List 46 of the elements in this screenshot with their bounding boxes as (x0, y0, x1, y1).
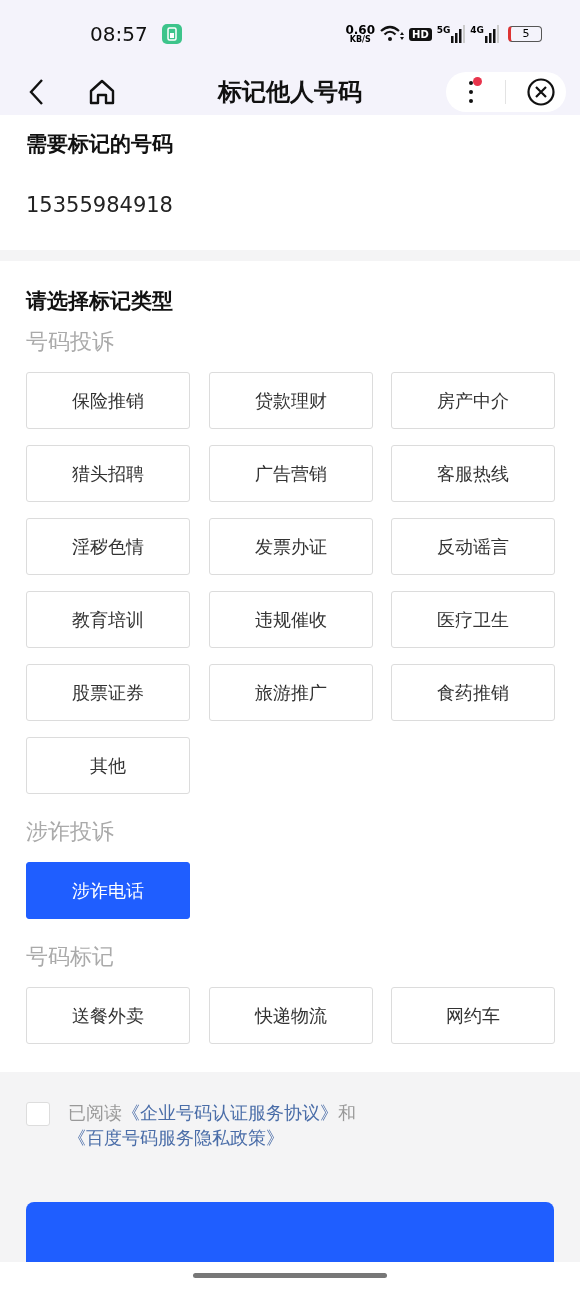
page-title: 标记他人号码 (218, 76, 362, 108)
group-label: 号码投诉 (26, 328, 115, 356)
group-label: 涉诈投诉 (26, 818, 115, 846)
network-type: 5G (436, 25, 451, 36)
network-speed: 0.60 (345, 24, 375, 37)
close-button[interactable] (526, 76, 557, 107)
clock-time: 08:57 (90, 22, 148, 47)
group-label: 号码标记 (26, 943, 115, 971)
tag-option[interactable]: 违规催收 (208, 591, 373, 648)
phone-number: 15355984918 (26, 192, 174, 217)
tag-option[interactable]: 发票办证 (208, 518, 373, 575)
tag-option[interactable]: 猎头招聘 (26, 445, 190, 502)
tag-option[interactable]: 反动谣言 (391, 518, 555, 575)
tag-option[interactable]: 旅游推广 (208, 664, 373, 721)
agreement-text: 已阅读《企业号码认证服务协议》和 《百度号码服务隐私政策》 (68, 1101, 357, 1150)
back-button[interactable] (28, 77, 44, 106)
tag-option[interactable]: 保险推销 (26, 372, 190, 429)
tag-option[interactable]: 涉诈电话 (26, 862, 190, 919)
tag-option[interactable]: 医疗卫生 (391, 591, 555, 648)
tag-option[interactable]: 房产中介 (391, 372, 555, 429)
battery-app-icon (161, 24, 182, 45)
tag-option[interactable]: 网约车 (391, 987, 555, 1044)
tag-option[interactable]: 贷款理财 (208, 372, 373, 429)
tag-option[interactable]: 客服热线 (391, 445, 555, 502)
hd-badge: HD (409, 27, 432, 41)
signal-icon (485, 25, 499, 44)
more-icon (468, 80, 473, 103)
tag-option[interactable]: 快递物流 (208, 987, 373, 1044)
wifi-icon (380, 25, 404, 44)
network-type: 4G (470, 25, 484, 36)
tag-option[interactable]: 教育培训 (26, 591, 190, 648)
tag-option[interactable]: 送餐外卖 (26, 987, 190, 1044)
speed-unit: KB/S (349, 36, 371, 45)
home-button[interactable] (88, 77, 116, 106)
signal-icon (451, 25, 466, 44)
tag-option[interactable]: 广告营销 (208, 445, 373, 502)
section-title: 需要标记的号码 (26, 130, 174, 158)
agreement-link[interactable]: 《企业号码认证服务协议》 (122, 1102, 338, 1123)
checkbox[interactable] (26, 1102, 50, 1126)
tag-option[interactable]: 股票证券 (26, 664, 190, 721)
battery-level: 5 (508, 26, 542, 43)
tag-option[interactable]: 淫秽色情 (26, 518, 190, 575)
tag-option[interactable]: 食药推销 (391, 664, 555, 721)
tag-option[interactable]: 其他 (26, 737, 190, 794)
section-title: 请选择标记类型 (26, 288, 174, 315)
agreement-link[interactable]: 《百度号码服务隐私政策》 (68, 1127, 284, 1148)
